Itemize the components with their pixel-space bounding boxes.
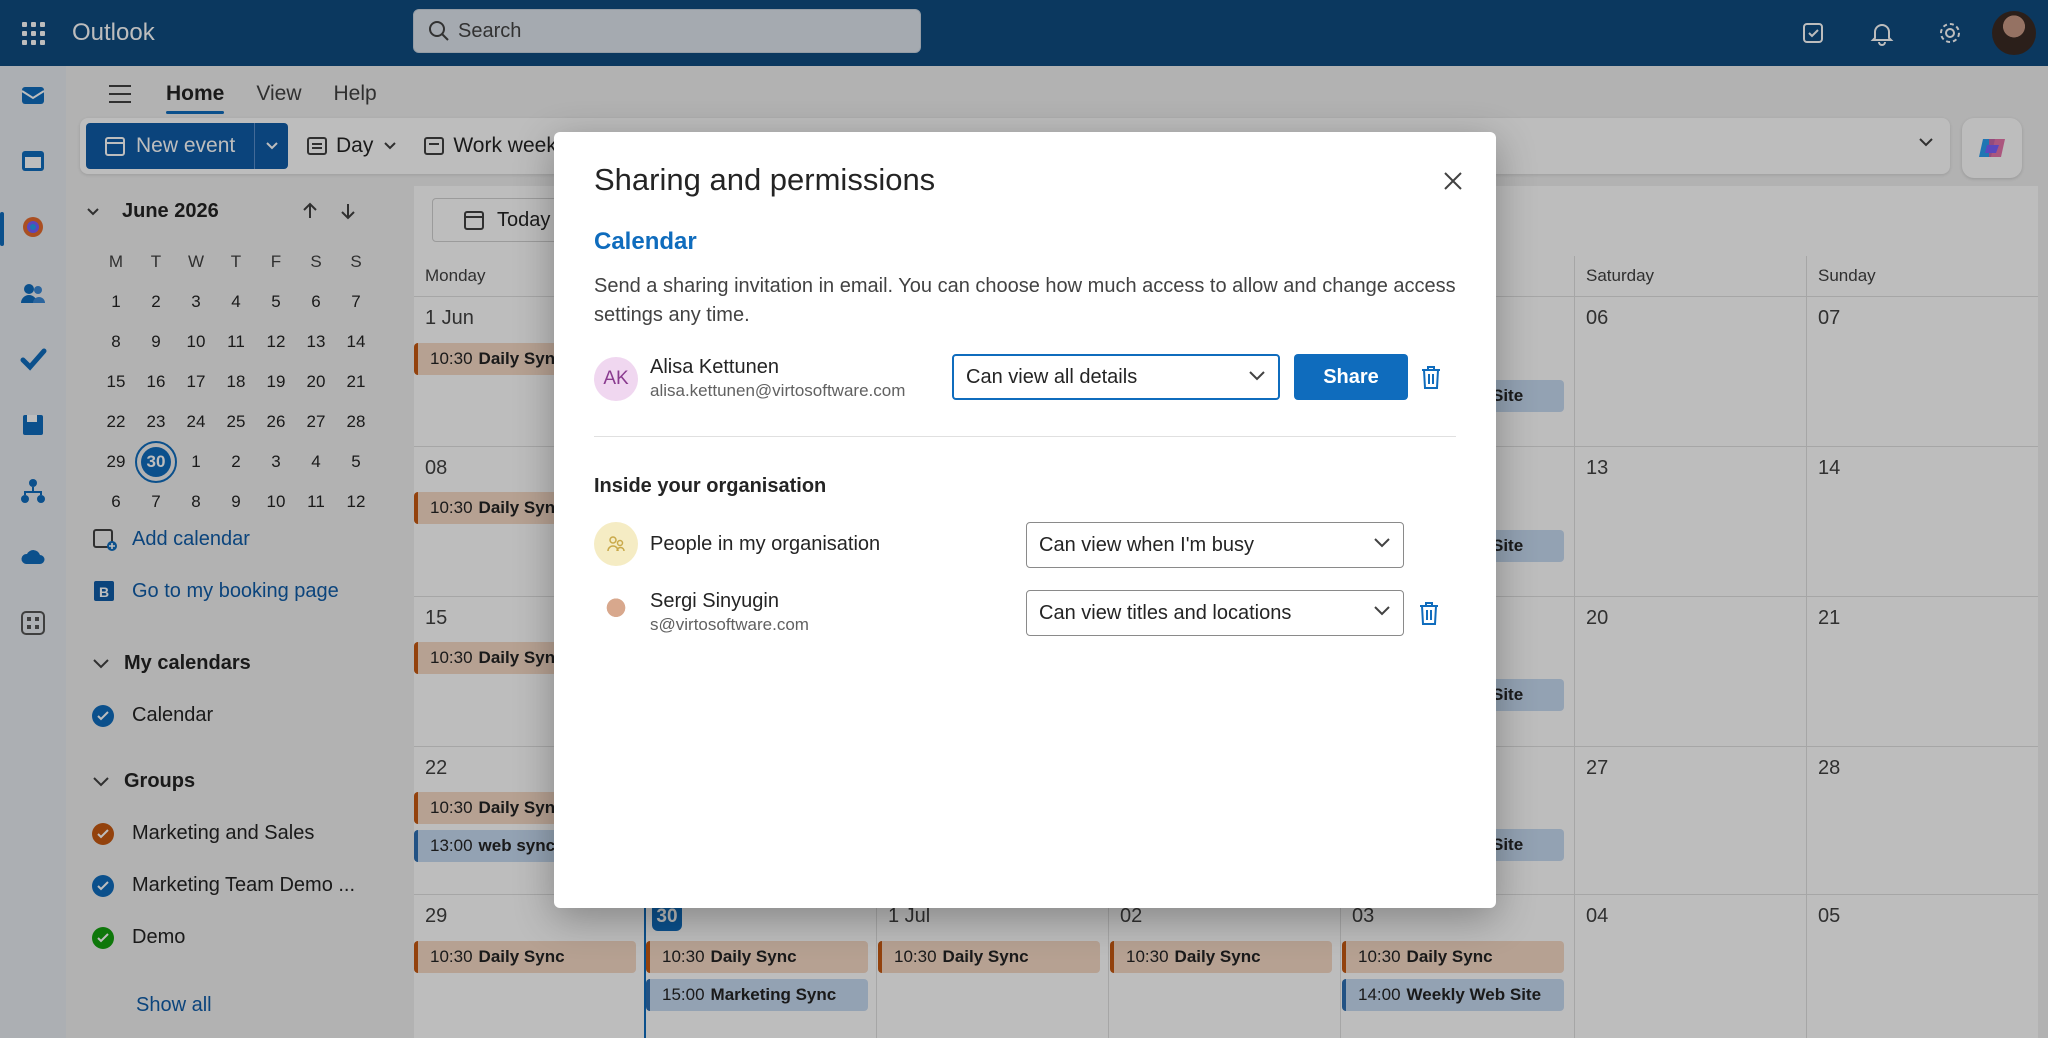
org-people-permission-value: Can view when I'm busy <box>1039 533 1255 556</box>
org-people-permission-select[interactable]: Can view when I'm busy <box>1026 522 1404 568</box>
chevron-down-icon <box>1374 538 1390 548</box>
trash-icon <box>1422 366 1440 389</box>
org-section-title: Inside your organisation <box>594 475 827 497</box>
close-icon <box>1444 172 1462 190</box>
org-user-permission-value: Can view titles and locations <box>1039 601 1292 624</box>
share-button[interactable]: Share <box>1294 354 1408 400</box>
org-user-email: s@virtosoftware.com <box>650 615 809 634</box>
invitee-name: Alisa Kettunen <box>650 356 779 378</box>
calendar-section-title: Calendar <box>594 228 697 255</box>
remove-invitee-button[interactable] <box>1418 362 1444 392</box>
invitee-email: alisa.kettunen@virtosoftware.com <box>650 381 906 400</box>
divider <box>594 436 1456 437</box>
sharing-description: Send a sharing invitation in email. You … <box>594 275 1456 326</box>
avatar: AK <box>594 356 638 401</box>
org-people-name: People in my organisation <box>650 532 881 555</box>
dialog-title: Sharing and permissions <box>594 162 936 197</box>
invitee-row: AK Alisa Kettunen alisa.kettunen@virtoso… <box>594 356 905 401</box>
people-group-icon <box>594 522 638 566</box>
avatar <box>594 590 638 635</box>
invitee-permission-select[interactable]: Can view all details <box>952 354 1280 400</box>
org-people-row: People in my organisation <box>594 522 880 566</box>
chevron-down-icon <box>1249 371 1265 381</box>
org-user-permission-select[interactable]: Can view titles and locations <box>1026 590 1404 636</box>
invitee-permission-value: Can view all details <box>966 365 1138 388</box>
org-user-name: Sergi Sinyugin <box>650 590 779 612</box>
trash-icon <box>1420 602 1438 625</box>
remove-user-button[interactable] <box>1416 598 1442 628</box>
org-user-row: Sergi Sinyugin s@virtosoftware.com <box>594 590 809 635</box>
close-button[interactable] <box>1438 166 1468 196</box>
sharing-dialog: Sharing and permissions Calendar Send a … <box>554 132 1496 908</box>
chevron-down-icon <box>1374 606 1390 616</box>
